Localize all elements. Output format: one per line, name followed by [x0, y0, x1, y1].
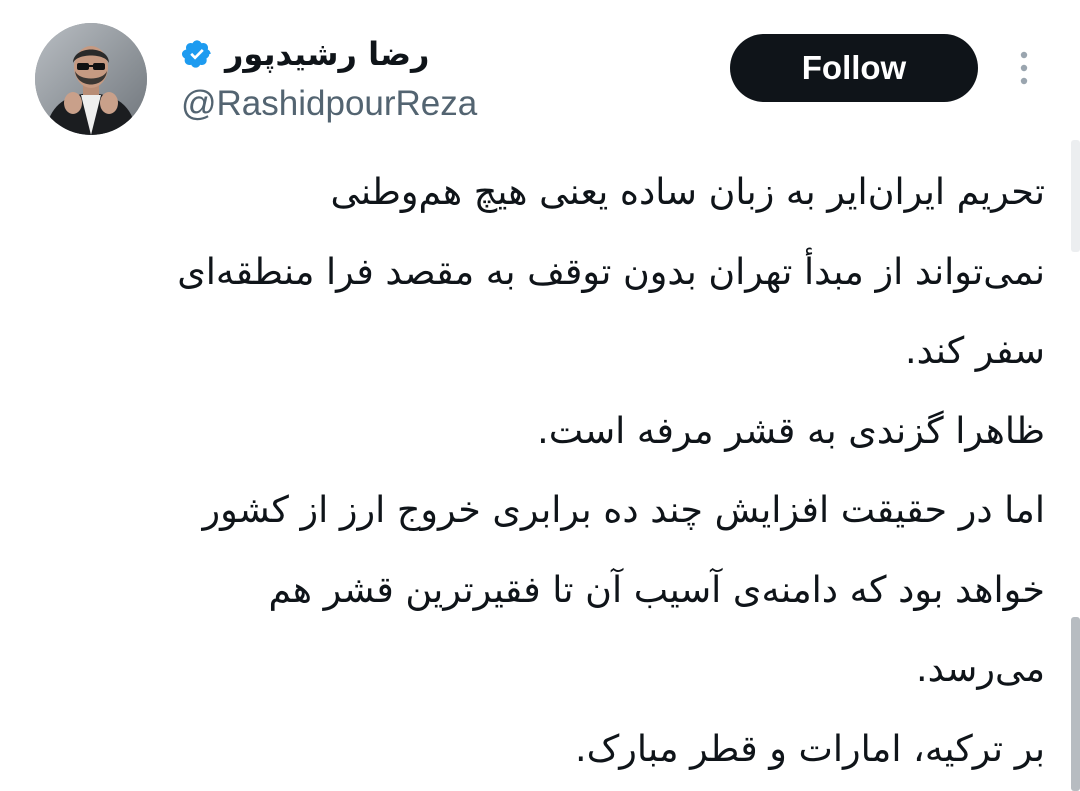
author-handle[interactable]: @RashidpourReza: [181, 83, 477, 125]
tweet-text-line: بر ترکیه، امارات و قطر مبارک.: [574, 726, 1045, 770]
tweet-card: رضا رشیدپور @RashidpourReza Follow تحریم…: [0, 0, 1080, 791]
tweet-text-line: سفر کند.: [905, 329, 1045, 372]
tweet-text-line: تحریم ایران‌ایر به زبان ساده یعنی هیچ هم…: [330, 170, 1045, 213]
tweet-text: تحریم ایران‌ایر به زبان ساده یعنی هیچ هم…: [25, 152, 1045, 788]
author-name-row: رضا رشیدپور: [181, 30, 429, 78]
avatar-image: [35, 23, 147, 135]
scrollbar-thumb[interactable]: [1071, 617, 1080, 791]
tweet-text-line: می‌رسد.: [916, 647, 1045, 690]
more-vertical-icon[interactable]: [1013, 50, 1035, 86]
tweet-text-line: اما در حقیقت افزایش چند ده برابری خروج ا…: [202, 488, 1045, 531]
tweet-text-line: ظاهرا گزندی به قشر مرفه است.: [537, 408, 1045, 452]
follow-button[interactable]: Follow: [730, 34, 978, 102]
avatar[interactable]: [35, 23, 147, 135]
tweet-text-line: خواهد بود که دامنه‌ی آسیب آن تا فقیرترین…: [268, 567, 1046, 611]
scrollbar-track[interactable]: [1071, 140, 1080, 252]
verified-badge-icon: [181, 38, 213, 70]
tweet-text-line: نمی‌تواند از مبدأ تهران بدون توقف به مقص…: [177, 249, 1045, 293]
author-display-name[interactable]: رضا رشیدپور: [225, 38, 429, 70]
